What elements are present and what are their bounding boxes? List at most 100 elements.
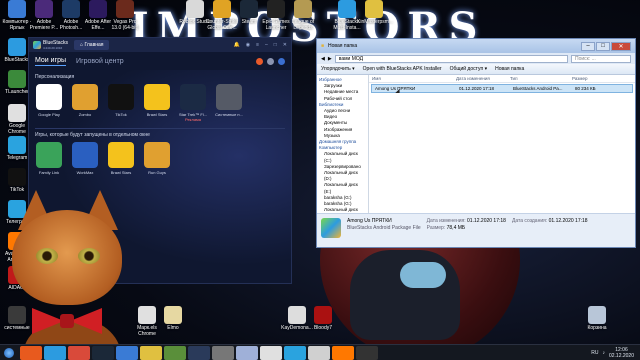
desktop-icon[interactable]: KinMasterpsm... — [357, 0, 393, 25]
app-icon — [180, 84, 206, 110]
bluestacks-titlebar: BlueStacks 4.240.20.1016 ⌂ Главная 🔔 ◉ ≡… — [29, 38, 291, 52]
cat-right-eye — [78, 248, 100, 264]
taskbar-app[interactable] — [284, 345, 306, 360]
maximize-icon[interactable]: □ — [274, 42, 277, 48]
windows-orb-icon — [4, 347, 14, 358]
cat-left-eye — [36, 248, 58, 264]
app-icon — [35, 0, 53, 18]
toolbar-button[interactable]: Упорядочить ▾ — [321, 66, 355, 72]
sidebar-item[interactable]: Локальный диск (E:) — [319, 182, 366, 194]
account-icon[interactable]: ◉ — [246, 42, 250, 48]
bell-icon[interactable]: 🔔 — [233, 42, 239, 48]
details-size: 78,4 МБ — [446, 225, 466, 231]
app-icon — [8, 70, 26, 88]
close-icon[interactable]: ✕ — [283, 42, 287, 48]
explorer-window[interactable]: ■ Новая папка – □ ✕ ◀ ▶ вами МОД Поиск: … — [316, 38, 636, 248]
explorer-sidebar: Избранное Загрузки Недавние места Рабочий с… — [317, 75, 369, 218]
taskbar-app[interactable] — [236, 345, 258, 360]
taskbar-app[interactable] — [140, 345, 162, 360]
back-arrow-icon[interactable]: ◀ — [321, 56, 325, 62]
taskbar-app[interactable] — [92, 345, 114, 360]
app-tile-label: Run Guys — [148, 170, 166, 175]
tab-home[interactable]: ⌂ Главная — [74, 40, 110, 50]
taskbar-app[interactable] — [188, 345, 210, 360]
table-row[interactable]: Among Us ПРЯТКИ 01.12.2020 17:18 BlueStack… — [371, 84, 633, 93]
taskbar-app[interactable] — [164, 345, 186, 360]
desktop-icon[interactable]: Bloody7 — [306, 306, 340, 331]
desktop-icon-label: League of Legends — [291, 19, 315, 31]
app-tile[interactable]: Системные п... — [215, 84, 243, 122]
sidebar-item[interactable]: Локальный диск (D:) — [319, 170, 366, 182]
app-icon — [138, 306, 156, 324]
column-header[interactable]: Имя — [369, 76, 453, 81]
maximize-button[interactable]: □ — [596, 41, 610, 51]
app-icon — [588, 306, 606, 324]
personal-apps-row: Google Play Zombo TikTok Brawl Stars Star Tr… — [35, 84, 243, 122]
minimize-icon[interactable]: – — [265, 42, 268, 48]
sidebar-item[interactable]: Локальный диск (C:) — [319, 151, 366, 163]
section-separate-window: Игры, которые будут запущены в отдельном… — [35, 132, 150, 138]
app-icon — [72, 84, 98, 110]
desktop-icon[interactable]: Vegas Pro 13.0 (64-bit) — [108, 0, 142, 31]
minimize-button[interactable]: – — [581, 41, 595, 51]
tray-language[interactable]: RU — [591, 350, 598, 356]
app-tile[interactable]: Zombo — [71, 84, 99, 122]
close-button[interactable]: ✕ — [611, 41, 631, 51]
toolbar-button[interactable]: Open with BlueStacks APK Installer — [363, 66, 442, 72]
toolbar-button[interactable]: Новая папка — [495, 66, 524, 72]
address-field[interactable]: вами МОД — [334, 54, 568, 63]
clock[interactable]: 12:06 02.12.2020 — [609, 347, 634, 359]
taskbar-app[interactable] — [260, 345, 282, 360]
app-icon — [8, 104, 26, 122]
column-header[interactable]: Дата изменения — [453, 76, 507, 81]
explorer-title: Новая папка — [328, 43, 358, 49]
app-tile-label: Brawl Stars — [146, 112, 168, 117]
help-icon[interactable] — [278, 57, 285, 65]
taskbar-app[interactable] — [20, 345, 42, 360]
table-cell: Among Us ПРЯТКИ — [375, 86, 416, 91]
app-icon — [186, 0, 204, 18]
taskbar-app[interactable] — [356, 345, 378, 360]
app-tile[interactable]: Brawl Stars — [143, 84, 171, 122]
app-tile[interactable]: Run Guys — [143, 142, 171, 175]
tab-game-center[interactable]: Игровой центр — [76, 58, 124, 65]
app-tile-label: WorkMax — [76, 170, 94, 175]
app-tile[interactable]: WorkMax — [71, 142, 99, 175]
gift-icon[interactable] — [256, 57, 263, 65]
taskbar-app[interactable] — [44, 345, 66, 360]
app-tile[interactable]: Family Link — [35, 142, 63, 175]
app-icon — [144, 84, 170, 110]
app-icon — [240, 0, 258, 18]
taskbar-app[interactable] — [116, 345, 138, 360]
folder-icon: ■ — [321, 43, 325, 49]
bluestacks-logo: BlueStacks 4.240.20.1016 — [33, 40, 68, 50]
forward-arrow-icon[interactable]: ▶ — [328, 56, 332, 62]
taskbar-app[interactable] — [68, 345, 90, 360]
app-icon — [72, 142, 98, 168]
details-created-label: Дата создания: — [511, 218, 548, 224]
app-icon — [164, 306, 182, 324]
volume-icon[interactable]: ♪ — [602, 350, 605, 356]
desktop-icon[interactable]: Elmo — [156, 306, 190, 331]
desktop-icon[interactable]: Корзина — [580, 306, 614, 331]
apk-file-icon — [321, 218, 341, 238]
taskbar-app[interactable] — [308, 345, 330, 360]
app-tile[interactable]: Brawl Stars — [107, 142, 135, 175]
column-header[interactable]: Тип — [507, 76, 569, 81]
tab-my-games[interactable]: Мои игры — [35, 57, 67, 66]
column-header[interactable]: Размер — [569, 76, 609, 81]
toolbar-button[interactable]: Общий доступ ▾ — [450, 66, 488, 72]
bluestacks-logo-icon — [33, 41, 41, 49]
taskbar-app[interactable] — [212, 345, 234, 360]
menu-icon[interactable]: ≡ — [256, 42, 259, 48]
app-icon — [36, 84, 62, 110]
desktop-icon[interactable]: League of Legends — [286, 0, 320, 31]
app-tile[interactable]: Google Play — [35, 84, 63, 122]
search-input[interactable]: Поиск: ... — [571, 54, 631, 63]
app-tile[interactable]: Star Trek™ Fl... Реклама — [179, 84, 207, 122]
app-tile[interactable]: TikTok — [107, 84, 135, 122]
start-button[interactable] — [0, 345, 18, 360]
taskbar-app[interactable] — [332, 345, 354, 360]
app-tile-label: Google Play — [38, 112, 60, 117]
settings-icon[interactable] — [267, 57, 274, 65]
